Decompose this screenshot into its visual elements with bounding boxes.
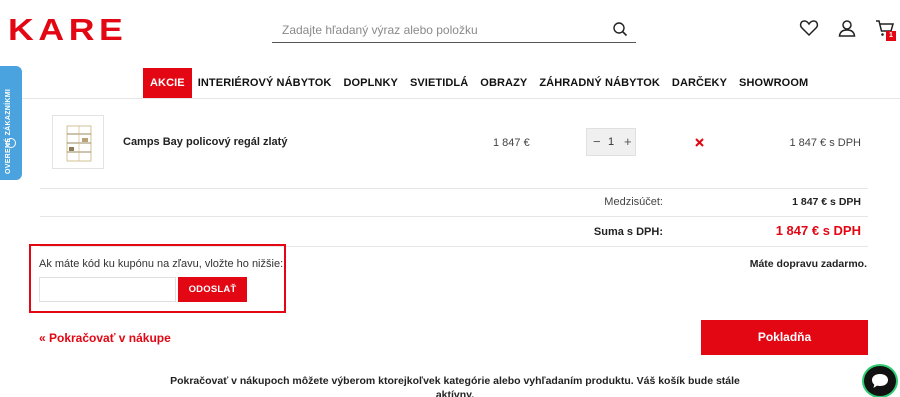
subtotal-label: Medzisúčet: xyxy=(604,196,663,208)
product-line-total: 1 847 € s DPH xyxy=(789,137,861,149)
quantity-decrease-button[interactable]: − xyxy=(593,135,601,149)
nav-item-interierovy-nabytok[interactable]: INTERIÉROVÝ NÁBYTOK xyxy=(192,68,338,98)
kare-logo[interactable]: KARE xyxy=(8,14,127,46)
coupon-code-input[interactable] xyxy=(39,277,176,302)
search-bar[interactable]: Zadajte hľadaný výraz alebo položku xyxy=(272,18,636,43)
nav-item-darceky[interactable]: DARČEKY xyxy=(666,68,733,98)
divider xyxy=(40,188,868,189)
nav-item-svietidla[interactable]: SVIETIDLÁ xyxy=(404,68,474,98)
free-shipping-note: Máte dopravu zadarmo. xyxy=(749,258,867,270)
coupon-prompt: Ak máte kód ku kupónu na zľavu, vložte h… xyxy=(39,258,284,270)
product-thumbnail[interactable] xyxy=(52,115,104,169)
chat-button[interactable] xyxy=(864,366,896,396)
heart-icon[interactable] xyxy=(799,18,819,38)
cart-count-badge: 1 xyxy=(886,31,896,41)
checkout-button[interactable]: Pokladňa xyxy=(701,320,868,355)
total-label: Suma s DPH: xyxy=(593,226,663,238)
nav-item-showroom[interactable]: SHOWROOM xyxy=(733,68,814,98)
shelf-image xyxy=(66,125,92,162)
total-value: 1 847 € s DPH xyxy=(775,223,861,238)
search-input[interactable]: Zadajte hľadaný výraz alebo položku xyxy=(282,23,478,37)
continue-shopping-info: Pokračovať v nákupoch môžete výberom kto… xyxy=(170,375,740,397)
search-icon[interactable] xyxy=(612,21,628,37)
nav-item-akcie[interactable]: AKCIE xyxy=(143,68,192,98)
divider xyxy=(40,216,868,217)
product-name[interactable]: Camps Bay policový regál zlatý xyxy=(123,136,287,148)
subtotal-value: 1 847 € s DPH xyxy=(792,196,861,208)
continue-shopping-link[interactable]: « Pokračovať v nákupe xyxy=(39,331,171,345)
nav-item-doplnky[interactable]: DOPLNKY xyxy=(337,68,403,98)
site-header: KARE Zadajte hľadaný výraz alebo položku… xyxy=(0,0,900,62)
nav-item-zahradny-nabytok[interactable]: ZÁHRADNÝ NÁBYTOK xyxy=(533,68,666,98)
verified-reviews-tab[interactable]: OVERENÉ ZÁKAZNÍKMI xyxy=(0,66,22,180)
chat-bubble-icon xyxy=(872,374,888,388)
user-icon[interactable] xyxy=(837,18,857,38)
product-unit-price: 1 847 € xyxy=(493,137,530,149)
remove-item-icon[interactable] xyxy=(695,138,704,147)
coupon-submit-button[interactable]: ODOSLAŤ xyxy=(178,277,247,302)
quantity-increase-button[interactable]: + xyxy=(624,135,632,149)
nav-item-obrazy[interactable]: OBRAZY xyxy=(474,68,533,98)
verified-reviews-label: OVERENÉ ZÁKAZNÍKMI xyxy=(5,88,12,174)
quantity-value[interactable]: 1 xyxy=(608,136,614,148)
nav-divider xyxy=(0,98,900,99)
quantity-stepper: − 1 + xyxy=(586,128,636,156)
main-nav: AKCIE INTERIÉROVÝ NÁBYTOK DOPLNKY SVIETI… xyxy=(143,68,814,98)
